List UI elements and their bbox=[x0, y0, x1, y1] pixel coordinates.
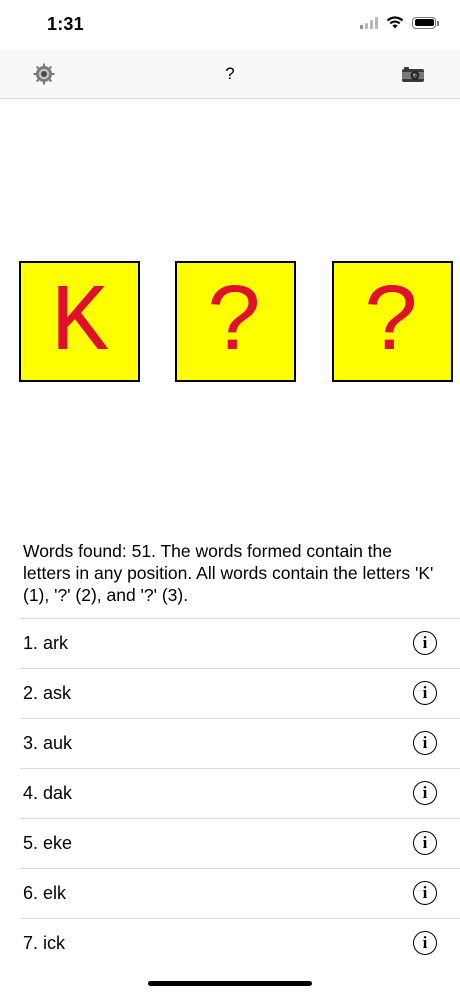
status-icons bbox=[360, 16, 439, 29]
tile-letter: ? bbox=[363, 268, 422, 378]
list-item[interactable]: 2. ask i bbox=[20, 668, 460, 718]
battery-icon bbox=[412, 16, 439, 29]
info-icon[interactable]: i bbox=[413, 781, 437, 805]
list-item[interactable]: 7. ick i bbox=[20, 918, 460, 968]
info-icon[interactable]: i bbox=[413, 831, 437, 855]
camera-icon[interactable] bbox=[401, 66, 425, 83]
info-icon[interactable]: i bbox=[413, 931, 437, 955]
status-time: 1:31 bbox=[47, 14, 84, 34]
word-label: 3. auk bbox=[23, 733, 73, 753]
word-label: 5. eke bbox=[23, 833, 73, 853]
nav-title: ? bbox=[225, 64, 235, 83]
letter-tile[interactable]: ? bbox=[175, 261, 296, 382]
word-label: 6. elk bbox=[23, 883, 67, 903]
results-summary: Words found: 51. The words formed contai… bbox=[23, 541, 434, 605]
status-bar: 1:31 bbox=[0, 0, 460, 50]
list-item[interactable]: 5. eke i bbox=[20, 818, 460, 868]
cellular-signal-icon bbox=[360, 16, 378, 29]
list-item[interactable]: 3. auk i bbox=[20, 718, 460, 768]
navigation-bar: ? bbox=[0, 50, 460, 99]
word-label: 7. ick bbox=[23, 933, 66, 953]
letter-tile[interactable]: ? bbox=[332, 261, 453, 382]
tile-letter: ? bbox=[206, 268, 265, 378]
list-item[interactable]: 1. ark i bbox=[20, 618, 460, 668]
word-label: 1. ark bbox=[23, 633, 69, 653]
list-item[interactable]: 4. dak i bbox=[20, 768, 460, 818]
info-icon[interactable]: i bbox=[413, 881, 437, 905]
info-icon[interactable]: i bbox=[413, 731, 437, 755]
letter-tiles: K ? ? bbox=[0, 261, 460, 383]
letter-tile[interactable]: K bbox=[19, 261, 140, 382]
info-icon[interactable]: i bbox=[413, 631, 437, 655]
info-icon[interactable]: i bbox=[413, 681, 437, 705]
word-list: 1. ark i 2. ask i 3. auk i 4. dak i 5. e… bbox=[0, 618, 460, 968]
wifi-icon bbox=[386, 16, 404, 29]
home-indicator[interactable] bbox=[148, 981, 312, 986]
list-item[interactable]: 6. elk i bbox=[20, 868, 460, 918]
tile-letter: K bbox=[50, 268, 109, 378]
word-label: 4. dak bbox=[23, 783, 73, 803]
word-label: 2. ask bbox=[23, 683, 72, 703]
